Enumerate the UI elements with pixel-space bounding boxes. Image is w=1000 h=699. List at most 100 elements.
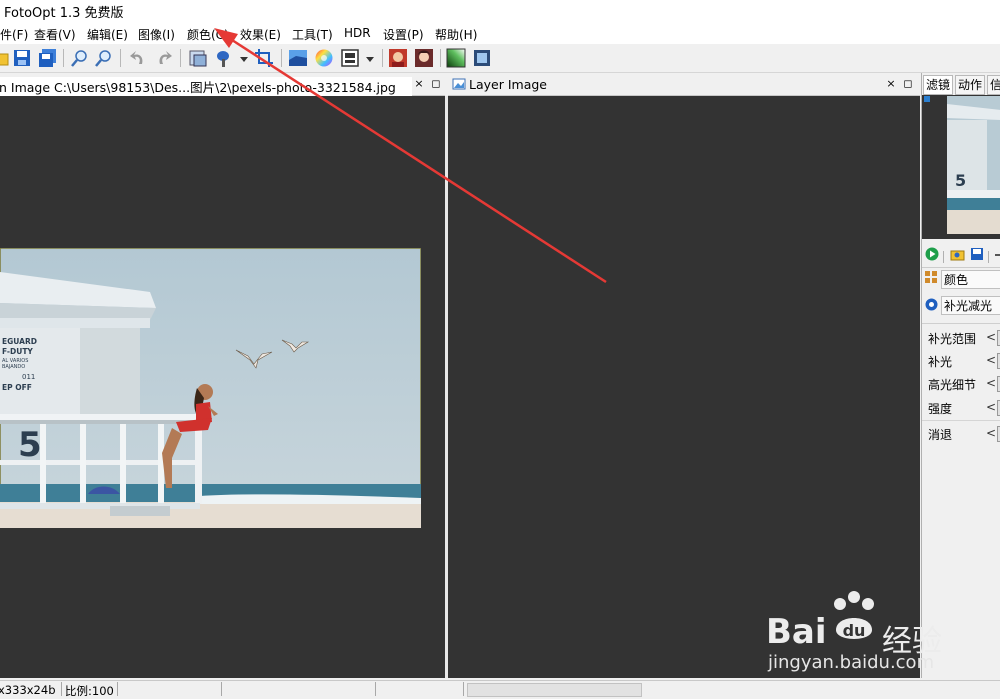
more-tools-icon[interactable] — [993, 249, 1000, 259]
toolbar-separator — [180, 49, 181, 67]
save-preset-icon[interactable] — [970, 247, 984, 264]
param-label-fill-light: 补光 — [928, 355, 953, 369]
filter-selector-row[interactable]: 补光减光 — [922, 293, 1000, 317]
restore-icon[interactable]: ◻ — [430, 77, 442, 90]
menu-effects[interactable]: 效果(E) — [240, 26, 281, 43]
preview-number: 5 — [955, 171, 966, 190]
panel-divider — [922, 323, 1000, 324]
image-dimensions: x333x24b — [0, 683, 56, 697]
layer-image-icon — [452, 77, 466, 94]
save-all-icon[interactable] — [38, 48, 58, 68]
progress-bar — [467, 683, 642, 697]
title-bar: FotoOpt 1.3 免费版 — [0, 0, 1000, 22]
tab-filters[interactable]: 滤镜 — [923, 75, 954, 95]
main-image-canvas[interactable]: EGUARD F-DUTY AL VARIOS BAJANDO 011 EP O… — [0, 96, 445, 678]
play-action-icon[interactable] — [925, 247, 939, 264]
crop-icon[interactable] — [254, 48, 274, 68]
filter-panel: 滤镜 动作 信 5 颜色 补光减光 补光范围 < 补光 < 高光细节 < 强度 … — [921, 73, 1000, 678]
filmstrip-icon[interactable] — [340, 48, 360, 68]
param-label-highlight-detail: 高光细节 — [928, 378, 977, 392]
undo-icon[interactable] — [128, 48, 148, 68]
watermark-brand: Bai — [766, 612, 827, 652]
param-collapse-arrow[interactable]: < — [986, 400, 996, 414]
tower-sign-text: F-DUTY — [2, 347, 33, 356]
redo-icon[interactable] — [154, 48, 174, 68]
toolbar-separator — [281, 49, 282, 67]
main-image-panel-header: n Image C:\Users\98153\Des...图片\2\pexels… — [0, 73, 445, 96]
status-bar: x333x24b 比例:100 — [0, 680, 1000, 698]
toolbar-separator — [120, 49, 121, 67]
selected-filter[interactable]: 补光减光 — [941, 296, 1000, 315]
resize-image-icon[interactable] — [188, 48, 208, 68]
menu-settings[interactable]: 设置(P) — [383, 26, 424, 43]
baidu-watermark: Bai du 经验 jingyan.baidu.com — [766, 590, 996, 680]
toolbar — [0, 44, 1000, 73]
beach-photo: EGUARD F-DUTY AL VARIOS BAJANDO 011 EP O… — [0, 248, 421, 528]
param-collapse-arrow[interactable]: < — [986, 353, 996, 367]
close-icon[interactable]: × — [413, 77, 425, 90]
app-title: FotoOpt 1.3 免费版 — [4, 6, 124, 21]
menu-view[interactable]: 查看(V) — [34, 26, 76, 43]
preview-thumbnail: 5 — [947, 96, 1000, 234]
open-folder-icon[interactable] — [0, 48, 10, 68]
param-label-fill-range: 补光范围 — [928, 332, 977, 346]
tower-sign-text: 011 — [22, 373, 35, 381]
zoom-scale: 比例:100 — [65, 684, 114, 698]
filter-category-row[interactable]: 颜色 — [922, 267, 1000, 290]
status-separator — [61, 682, 62, 696]
menu-tools[interactable]: 工具(T) — [292, 26, 333, 43]
category-grid-icon — [925, 271, 937, 286]
gradient-icon[interactable] — [446, 48, 466, 68]
menu-hdr[interactable]: HDR — [344, 26, 371, 40]
param-label-strength: 强度 — [928, 402, 953, 416]
dropdown-arrow-icon[interactable] — [238, 48, 250, 68]
levels-icon[interactable] — [288, 48, 308, 68]
menu-bar: 件(F) 查看(V) 编辑(E) 图像(I) 颜色(C) 效果(E) 工具(T)… — [0, 22, 1000, 44]
menu-help[interactable]: 帮助(H) — [435, 26, 477, 43]
status-separator — [117, 682, 118, 696]
zoom-in-icon[interactable] — [70, 48, 90, 68]
menu-image[interactable]: 图像(I) — [138, 26, 175, 43]
face-beauty-icon[interactable] — [414, 48, 434, 68]
portrait-retouch-icon[interactable] — [388, 48, 408, 68]
tab-actions[interactable]: 动作 — [955, 75, 986, 95]
param-label-fade: 消退 — [928, 428, 953, 442]
close-icon[interactable]: × — [885, 77, 897, 90]
toolbar-separator — [943, 251, 944, 263]
restore-icon[interactable]: ◻ — [902, 77, 914, 90]
tower-sign-text: EP OFF — [2, 383, 32, 392]
toolbar-separator — [382, 49, 383, 67]
baidu-paw-icon: du — [828, 590, 880, 651]
toolbar-separator — [988, 251, 989, 263]
layer-image-title: Layer Image — [469, 77, 547, 92]
picture-frame-icon[interactable] — [472, 48, 492, 68]
paint-brush-icon[interactable] — [214, 48, 234, 68]
param-collapse-arrow[interactable]: < — [986, 426, 996, 440]
open-preset-icon[interactable] — [950, 247, 966, 264]
toolbar-separator — [440, 49, 441, 67]
toolbar-separator — [63, 49, 64, 67]
watermark-url: jingyan.baidu.com — [768, 652, 935, 673]
color-wheel-icon[interactable] — [314, 48, 334, 68]
param-collapse-arrow[interactable]: < — [986, 330, 996, 344]
save-icon[interactable] — [12, 48, 32, 68]
tower-number: 5 — [18, 425, 42, 465]
menu-edit[interactable]: 编辑(E) — [87, 26, 128, 43]
zoom-out-icon[interactable] — [94, 48, 114, 68]
status-separator — [463, 682, 464, 696]
filter-radio-icon — [925, 298, 938, 314]
status-separator — [221, 682, 222, 696]
preview-marker-icon — [924, 96, 930, 102]
main-image-title: n Image C:\Users\98153\Des...图片\2\pexels… — [0, 77, 412, 96]
param-collapse-arrow[interactable]: < — [986, 376, 996, 390]
menu-file[interactable]: 件(F) — [0, 26, 28, 43]
preview-area: 5 — [922, 95, 1000, 239]
menu-color[interactable]: 颜色(C) — [187, 26, 229, 43]
layer-image-panel-header: Layer Image × ◻ — [448, 73, 920, 96]
tower-sign-text: BAJANDO — [2, 364, 25, 370]
panel-splitter[interactable] — [445, 96, 448, 678]
tab-info[interactable]: 信 — [987, 75, 1000, 95]
filter-category[interactable]: 颜色 — [941, 270, 1000, 289]
dropdown-arrow-icon[interactable] — [364, 48, 376, 68]
tower-sign-text: EGUARD — [2, 337, 37, 346]
